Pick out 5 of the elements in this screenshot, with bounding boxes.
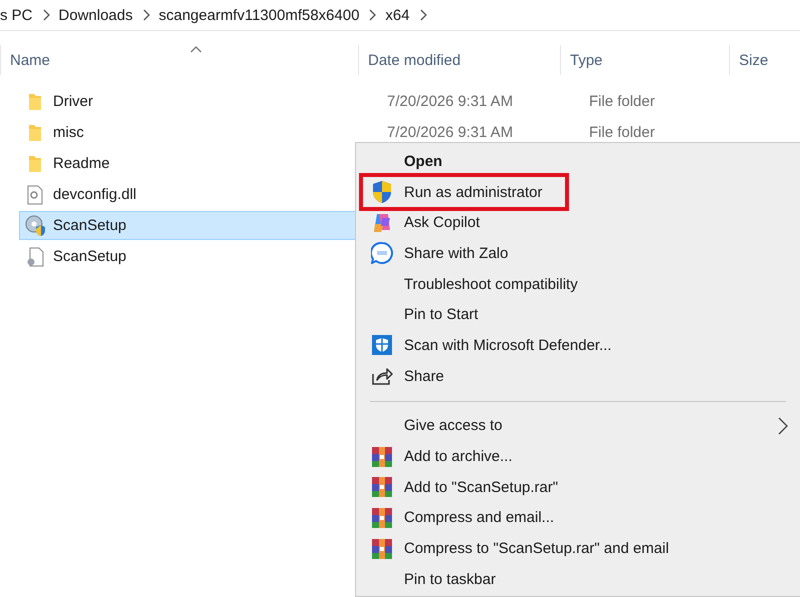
file-type: File folder xyxy=(589,93,655,110)
file-type: File folder xyxy=(589,124,655,141)
file-name: ScanSetup xyxy=(53,217,126,234)
date-modified: 7/20/2026 9:31 AM xyxy=(387,93,513,110)
date-modified: 7/20/2026 9:31 AM xyxy=(387,124,513,141)
